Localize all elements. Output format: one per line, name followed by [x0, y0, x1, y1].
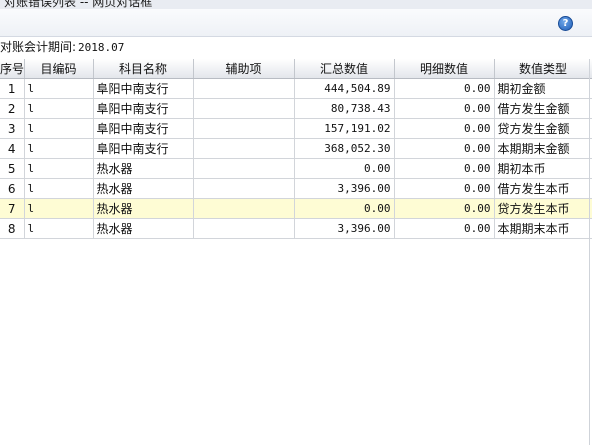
row-index-cell: 4: [0, 138, 25, 159]
account-name-cell: 热水器: [93, 198, 194, 219]
value-type-cell: 借方发生本币: [494, 178, 592, 199]
value-type-cell: 借方发生金额: [494, 98, 592, 119]
auxiliary-cell: [193, 178, 295, 199]
account-name-cell: 阜阳中南支行: [93, 118, 194, 139]
account-name-cell: 热水器: [93, 178, 194, 199]
value-type-cell: 贷方发生本币: [494, 198, 592, 219]
period-label: 对账会计期间:: [0, 40, 77, 54]
summary-value-cell: 0.00: [294, 198, 395, 219]
auxiliary-cell: [193, 118, 295, 139]
column-header-index[interactable]: 序号: [0, 59, 25, 79]
row-index-cell: 7: [0, 198, 25, 219]
summary-value-cell: 368,052.30: [294, 138, 395, 159]
auxiliary-cell: [193, 218, 295, 239]
account-name-cell: 阜阳中南支行: [93, 138, 194, 159]
error-table: 序号 目编码 科目名称 辅助项 汇总数值 明细数值 数值类型 1 l 阜阳中南支行 4…: [0, 59, 592, 239]
table-row[interactable]: 2 l 阜阳中南支行 80,738.43 0.00 借方发生金额: [0, 98, 592, 119]
period-value: 2018.07: [78, 41, 125, 54]
summary-value-cell: 157,191.02: [294, 118, 395, 139]
column-header-auxiliary[interactable]: 辅助项: [193, 59, 295, 79]
period-caption: 对账会计期间: 2018.07: [0, 39, 124, 55]
summary-value-cell: 0.00: [294, 158, 395, 179]
help-icon[interactable]: ?: [558, 16, 573, 31]
table-row[interactable]: 7 l 热水器 0.00 0.00 贷方发生本币: [0, 198, 592, 219]
table-row[interactable]: 3 l 阜阳中南支行 157,191.02 0.00 贷方发生金额: [0, 118, 592, 139]
detail-value-cell: 0.00: [394, 198, 495, 219]
value-type-cell: 本期期末本币: [494, 218, 592, 239]
table-row[interactable]: 5 l 热水器 0.00 0.00 期初本币: [0, 158, 592, 179]
column-header-value-type[interactable]: 数值类型: [494, 59, 592, 79]
table-row[interactable]: 6 l 热水器 3,396.00 0.00 借方发生本币: [0, 178, 592, 199]
detail-value-cell: 0.00: [394, 138, 495, 159]
account-code-cell: l: [24, 218, 94, 239]
auxiliary-cell: [193, 158, 295, 179]
row-index-cell: 6: [0, 178, 25, 199]
auxiliary-cell: [193, 78, 295, 99]
detail-value-cell: 0.00: [394, 218, 495, 239]
column-header-summary-value[interactable]: 汇总数值: [294, 59, 395, 79]
summary-value-cell: 444,504.89: [294, 78, 395, 99]
row-index-cell: 2: [0, 98, 25, 119]
column-header-account-name[interactable]: 科目名称: [93, 59, 194, 79]
row-index-cell: 3: [0, 118, 25, 139]
account-name-cell: 阜阳中南支行: [93, 98, 194, 119]
window-title: 对账错误列表 -- 网页对话框: [4, 0, 153, 9]
toolbar: ?: [0, 9, 592, 37]
account-name-cell: 热水器: [93, 158, 194, 179]
auxiliary-cell: [193, 138, 295, 159]
table-row[interactable]: 1 l 阜阳中南支行 444,504.89 0.00 期初金额: [0, 78, 592, 99]
table-row[interactable]: 4 l 阜阳中南支行 368,052.30 0.00 本期期末金额: [0, 138, 592, 159]
account-name-cell: 阜阳中南支行: [93, 78, 194, 99]
row-index-cell: 5: [0, 158, 25, 179]
summary-value-cell: 80,738.43: [294, 98, 395, 119]
account-code-cell: l: [24, 98, 94, 119]
value-type-cell: 本期期末金额: [494, 138, 592, 159]
summary-value-cell: 3,396.00: [294, 178, 395, 199]
account-code-cell: l: [24, 178, 94, 199]
auxiliary-cell: [193, 98, 295, 119]
account-code-cell: l: [24, 78, 94, 99]
grid-right-border: [589, 59, 590, 445]
table-header-row: 序号 目编码 科目名称 辅助项 汇总数值 明细数值 数值类型: [0, 59, 592, 79]
value-type-cell: 贷方发生金额: [494, 118, 592, 139]
table-row[interactable]: 8 l 热水器 3,396.00 0.00 本期期末本币: [0, 218, 592, 239]
column-header-code[interactable]: 目编码: [24, 59, 94, 79]
row-index-cell: 1: [0, 78, 25, 99]
summary-value-cell: 3,396.00: [294, 218, 395, 239]
detail-value-cell: 0.00: [394, 178, 495, 199]
auxiliary-cell: [193, 198, 295, 219]
value-type-cell: 期初金额: [494, 78, 592, 99]
account-code-cell: l: [24, 138, 94, 159]
account-name-cell: 热水器: [93, 218, 194, 239]
detail-value-cell: 0.00: [394, 158, 495, 179]
value-type-cell: 期初本币: [494, 158, 592, 179]
account-code-cell: l: [24, 118, 94, 139]
column-header-detail-value[interactable]: 明细数值: [394, 59, 495, 79]
account-code-cell: l: [24, 158, 94, 179]
detail-value-cell: 0.00: [394, 78, 495, 99]
account-code-cell: l: [24, 198, 94, 219]
row-index-cell: 8: [0, 218, 25, 239]
detail-value-cell: 0.00: [394, 118, 495, 139]
detail-value-cell: 0.00: [394, 98, 495, 119]
window-titlebar[interactable]: 对账错误列表 -- 网页对话框: [0, 0, 592, 9]
